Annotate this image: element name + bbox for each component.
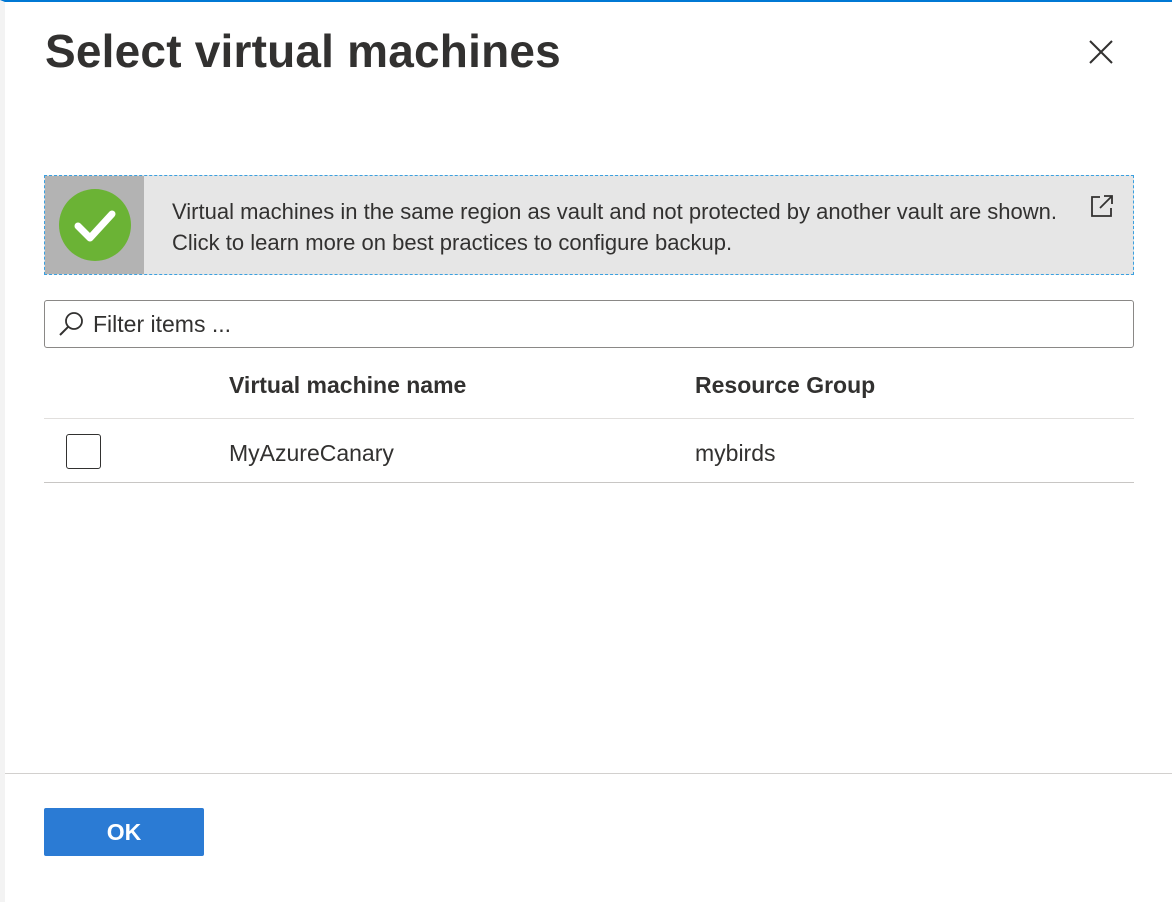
external-link-icon[interactable] <box>1089 193 1115 219</box>
column-header-resource-group[interactable]: Resource Group <box>695 372 875 399</box>
vm-name-cell: MyAzureCanary <box>229 440 394 466</box>
info-banner-link[interactable]: Virtual machines in the same region as v… <box>44 175 1134 275</box>
table-row[interactable]: MyAzureCanary mybirds <box>44 420 1134 483</box>
success-check-icon <box>58 189 131 261</box>
row-checkbox[interactable] <box>66 434 101 469</box>
page-title: Select virtual machines <box>45 25 561 77</box>
table-header: Virtual machine name Resource Group <box>44 364 1134 419</box>
filter-box <box>44 300 1134 348</box>
filter-input[interactable] <box>93 310 1093 338</box>
footer-divider <box>5 773 1172 774</box>
info-icon-container <box>45 176 144 274</box>
close-icon[interactable] <box>1085 36 1117 68</box>
column-header-vm-name[interactable]: Virtual machine name <box>229 372 466 399</box>
resource-group-cell: mybirds <box>695 440 776 466</box>
search-icon <box>59 312 83 336</box>
info-banner-text: Virtual machines in the same region as v… <box>172 199 1058 255</box>
ok-button[interactable]: OK <box>44 808 204 856</box>
close-button[interactable] <box>1085 36 1117 68</box>
select-vms-panel: Select virtual machines Virtual machines… <box>0 0 1172 902</box>
